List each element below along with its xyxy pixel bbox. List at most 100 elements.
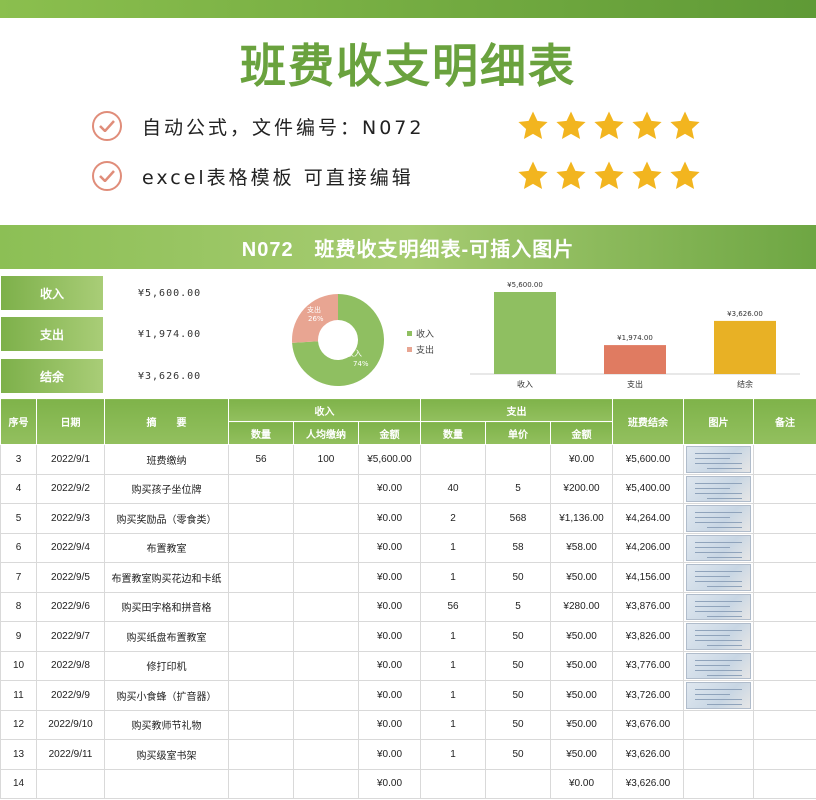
- cell-picture[interactable]: [683, 709, 754, 740]
- cell-remark[interactable]: [753, 562, 816, 593]
- cell-out-price[interactable]: 50: [485, 650, 551, 681]
- cell-in-qty[interactable]: [228, 650, 294, 681]
- cell-remark[interactable]: [753, 444, 816, 475]
- cell-out-price[interactable]: 50: [485, 621, 551, 652]
- cell-out-qty[interactable]: 1: [420, 739, 486, 770]
- cell-summary[interactable]: 购买教师节礼物: [104, 709, 229, 740]
- cell-remark[interactable]: [753, 709, 816, 740]
- cell-remark[interactable]: [753, 621, 816, 652]
- cell-seq[interactable]: 7: [0, 562, 37, 593]
- cell-summary[interactable]: 购买田字格和拼音格: [104, 591, 229, 622]
- cell-date[interactable]: 2022/9/4: [36, 532, 105, 563]
- cell-in-qty[interactable]: [228, 739, 294, 770]
- cell-in-per[interactable]: [293, 680, 359, 711]
- cell-balance[interactable]: ¥3,826.00: [612, 621, 684, 652]
- cell-remark[interactable]: [753, 768, 816, 799]
- cell-out-qty[interactable]: 1: [420, 680, 486, 711]
- cell-in-per[interactable]: [293, 591, 359, 622]
- cell-remark[interactable]: [753, 650, 816, 681]
- cell-seq[interactable]: 4: [0, 473, 37, 504]
- cell-seq[interactable]: 12: [0, 709, 37, 740]
- cell-out-price[interactable]: 58: [485, 532, 551, 563]
- cell-seq[interactable]: 13: [0, 739, 37, 770]
- cell-balance[interactable]: ¥3,626.00: [612, 768, 684, 799]
- cell-in-per[interactable]: [293, 650, 359, 681]
- cell-out-price[interactable]: 50: [485, 739, 551, 770]
- cell-picture[interactable]: [683, 562, 754, 593]
- cell-in-qty[interactable]: [228, 532, 294, 563]
- cell-out-price[interactable]: 50: [485, 709, 551, 740]
- cell-in-qty[interactable]: [228, 562, 294, 593]
- cell-in-qty[interactable]: [228, 591, 294, 622]
- cell-out-qty[interactable]: 56: [420, 591, 486, 622]
- cell-out-qty[interactable]: 2: [420, 503, 486, 534]
- cell-out-amt[interactable]: ¥50.00: [550, 709, 613, 740]
- cell-picture[interactable]: [683, 739, 754, 770]
- cell-summary[interactable]: [104, 768, 229, 799]
- cell-in-qty[interactable]: [228, 473, 294, 504]
- cell-out-amt[interactable]: ¥280.00: [550, 591, 613, 622]
- cell-in-qty[interactable]: [228, 768, 294, 799]
- cell-picture[interactable]: [683, 532, 754, 563]
- cell-balance[interactable]: ¥3,726.00: [612, 680, 684, 711]
- cell-picture[interactable]: [683, 444, 754, 475]
- cell-in-per[interactable]: 100: [293, 444, 359, 475]
- cell-picture[interactable]: [683, 473, 754, 504]
- cell-summary[interactable]: 修打印机: [104, 650, 229, 681]
- cell-balance[interactable]: ¥3,676.00: [612, 709, 684, 740]
- cell-in-amt[interactable]: ¥0.00: [358, 739, 421, 770]
- cell-out-price[interactable]: 568: [485, 503, 551, 534]
- cell-out-qty[interactable]: 1: [420, 562, 486, 593]
- cell-out-amt[interactable]: ¥50.00: [550, 562, 613, 593]
- cell-remark[interactable]: [753, 680, 816, 711]
- cell-out-amt[interactable]: ¥50.00: [550, 621, 613, 652]
- cell-out-amt[interactable]: ¥0.00: [550, 444, 613, 475]
- cell-in-qty[interactable]: [228, 680, 294, 711]
- cell-out-qty[interactable]: 1: [420, 532, 486, 563]
- cell-remark[interactable]: [753, 503, 816, 534]
- cell-in-amt[interactable]: ¥0.00: [358, 562, 421, 593]
- cell-out-price[interactable]: 50: [485, 562, 551, 593]
- cell-summary[interactable]: 购买孩子坐位牌: [104, 473, 229, 504]
- cell-balance[interactable]: ¥3,626.00: [612, 739, 684, 770]
- cell-seq[interactable]: 3: [0, 444, 37, 475]
- cell-out-amt[interactable]: ¥1,136.00: [550, 503, 613, 534]
- cell-out-qty[interactable]: [420, 768, 486, 799]
- cell-date[interactable]: [36, 768, 105, 799]
- cell-summary[interactable]: 购买纸盘布置教室: [104, 621, 229, 652]
- cell-date[interactable]: 2022/9/10: [36, 709, 105, 740]
- cell-remark[interactable]: [753, 739, 816, 770]
- cell-picture[interactable]: [683, 621, 754, 652]
- cell-seq[interactable]: 14: [0, 768, 37, 799]
- cell-date[interactable]: 2022/9/9: [36, 680, 105, 711]
- cell-in-qty[interactable]: [228, 709, 294, 740]
- cell-date[interactable]: 2022/9/6: [36, 591, 105, 622]
- cell-in-per[interactable]: [293, 532, 359, 563]
- cell-date[interactable]: 2022/9/2: [36, 473, 105, 504]
- cell-in-amt[interactable]: ¥0.00: [358, 768, 421, 799]
- cell-seq[interactable]: 9: [0, 621, 37, 652]
- cell-in-amt[interactable]: ¥0.00: [358, 473, 421, 504]
- cell-out-qty[interactable]: [420, 444, 486, 475]
- cell-out-price[interactable]: 5: [485, 591, 551, 622]
- cell-balance[interactable]: ¥3,776.00: [612, 650, 684, 681]
- cell-in-amt[interactable]: ¥0.00: [358, 621, 421, 652]
- cell-out-amt[interactable]: ¥200.00: [550, 473, 613, 504]
- cell-out-price[interactable]: 5: [485, 473, 551, 504]
- cell-balance[interactable]: ¥5,600.00: [612, 444, 684, 475]
- cell-in-qty[interactable]: [228, 503, 294, 534]
- cell-in-amt[interactable]: ¥0.00: [358, 650, 421, 681]
- cell-remark[interactable]: [753, 473, 816, 504]
- cell-summary[interactable]: 购买奖励品（零食类）: [104, 503, 229, 534]
- cell-out-qty[interactable]: 1: [420, 709, 486, 740]
- cell-summary[interactable]: 班费缴纳: [104, 444, 229, 475]
- cell-balance[interactable]: ¥5,400.00: [612, 473, 684, 504]
- cell-out-qty[interactable]: 1: [420, 650, 486, 681]
- cell-out-price[interactable]: [485, 768, 551, 799]
- cell-in-qty[interactable]: 56: [228, 444, 294, 475]
- cell-picture[interactable]: [683, 503, 754, 534]
- cell-out-qty[interactable]: 1: [420, 621, 486, 652]
- cell-out-qty[interactable]: 40: [420, 473, 486, 504]
- cell-seq[interactable]: 6: [0, 532, 37, 563]
- cell-date[interactable]: 2022/9/7: [36, 621, 105, 652]
